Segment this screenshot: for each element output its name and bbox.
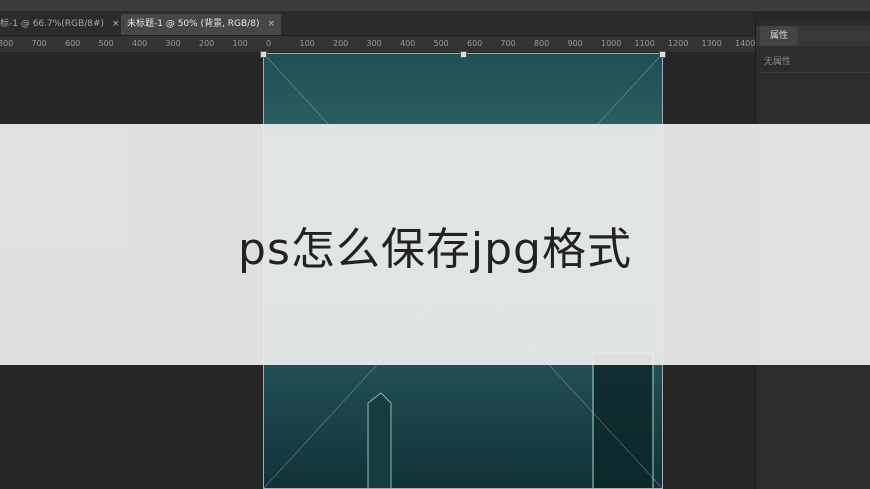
overlay-title: ps怎么保存jpg格式 — [238, 223, 632, 275]
transform-handle[interactable] — [260, 51, 267, 58]
tab-label: 未标题-1 @ 50% (背景, RGB/8) — [127, 19, 260, 29]
ruler-tick-label: 400 — [132, 39, 148, 48]
ruler-tick-label: 1400 — [735, 39, 755, 48]
ruler-tick-label: 700 — [500, 39, 516, 48]
ruler-tick-label: 0 — [266, 39, 272, 48]
document-tab-bar: 标-1 @ 66.7%(RGB/8#) × 未标题-1 @ 50% (背景, RG… — [0, 11, 755, 36]
ruler-tick-label: 800 — [0, 39, 14, 48]
transform-handle[interactable] — [659, 51, 666, 58]
ruler-tick-label: 300 — [366, 39, 382, 48]
tab-label: 标-1 @ 66.7%(RGB/8#) — [0, 19, 105, 29]
tab-properties[interactable]: 属性 — [760, 26, 798, 46]
no-properties-text: 无属性 — [764, 57, 792, 67]
horizontal-ruler: 8007006005004003002001000100200300400500… — [0, 36, 755, 53]
ruler-tick-label: 1000 — [601, 39, 622, 48]
ruler-tick-label: 400 — [400, 39, 416, 48]
ruler-tick-label: 600 — [467, 39, 483, 48]
ruler-tick-label: 800 — [534, 39, 550, 48]
ruler-tick-label: 700 — [31, 39, 47, 48]
close-icon[interactable]: × — [112, 19, 120, 29]
ruler-tick-label: 100 — [299, 39, 315, 48]
divider — [760, 72, 870, 73]
close-icon[interactable]: × — [267, 19, 275, 29]
transform-handle[interactable] — [460, 51, 467, 58]
ruler-tick-label: 300 — [165, 39, 181, 48]
ruler-tick-label: 500 — [433, 39, 449, 48]
ruler-tick-label: 1100 — [634, 39, 655, 48]
ruler-tick-label: 500 — [98, 39, 114, 48]
ruler-tick-label: 1300 — [701, 39, 722, 48]
document-tab-active[interactable]: 未标题-1 @ 50% (背景, RGB/8) × — [121, 14, 282, 35]
ruler-tick-label: 200 — [199, 39, 215, 48]
document-tab-1[interactable]: 标-1 @ 66.7%(RGB/8#) × — [0, 14, 120, 35]
ruler-tick-label: 600 — [65, 39, 81, 48]
ruler-tick-label: 200 — [333, 39, 349, 48]
ruler-tick-label: 1200 — [668, 39, 689, 48]
ruler-tick-label: 900 — [567, 39, 583, 48]
ruler-tick-label: 100 — [232, 39, 248, 48]
options-bar — [0, 0, 870, 11]
